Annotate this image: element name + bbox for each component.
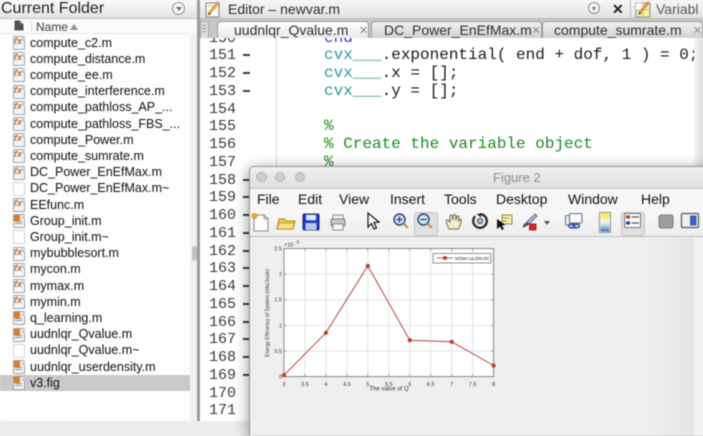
svg-text:The value of Q: The value of Q <box>369 387 409 393</box>
svg-text:3: 3 <box>282 382 285 388</box>
svg-text:3.5: 3.5 <box>301 382 309 388</box>
svg-text:2: 2 <box>279 272 282 278</box>
svg-text:7: 7 <box>450 382 453 388</box>
svg-text:0.5: 0.5 <box>274 349 282 355</box>
svg-text:4.5: 4.5 <box>343 382 351 388</box>
svg-text:8: 8 <box>492 382 495 388</box>
svg-text:7.5: 7.5 <box>469 382 477 388</box>
svg-text:4: 4 <box>324 382 327 388</box>
svg-text:×10: ×10 <box>284 243 293 249</box>
svg-text:1.5: 1.5 <box>274 298 282 304</box>
svg-text:1: 1 <box>279 323 282 329</box>
svg-text:NOMA-UL/DN-DC: NOMA-UL/DN-DC <box>455 256 490 261</box>
svg-text:6: 6 <box>408 382 411 388</box>
svg-text:6.5: 6.5 <box>427 382 435 388</box>
svg-text:0: 0 <box>279 375 282 381</box>
svg-text:-3: -3 <box>295 240 299 245</box>
svg-text:2.5: 2.5 <box>274 247 282 253</box>
svg-text:Energy Efficiency of System (b: Energy Efficiency of System (bits/Joule) <box>265 269 271 357</box>
